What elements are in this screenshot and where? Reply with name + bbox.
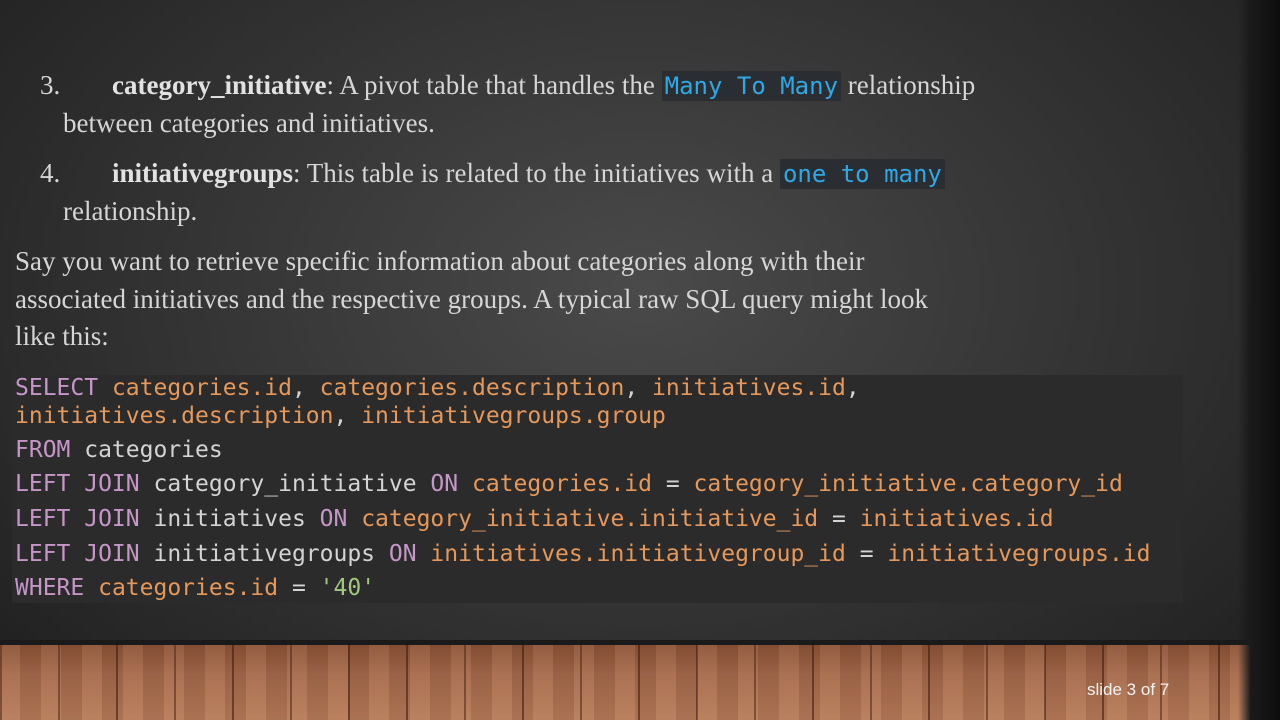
inline-code: one to many [779,159,945,189]
sql-column: category_initiative.category_id [693,471,1123,497]
paragraph-line: associated initiatives and the respectiv… [15,283,929,314]
code-line-3: FROM categories [15,437,223,463]
sql-keyword: ON [319,506,348,532]
list-continuation: between categories and initiatives. [63,108,435,138]
inline-code: Many To Many [661,71,842,101]
sql-keyword: LEFT JOIN [15,506,140,532]
sql-operator: = [652,471,694,497]
list-term: category_initiative [112,70,327,100]
code-line-4: LEFT JOIN category_initiative ON categor… [15,471,1123,497]
list-item-4: 4. initiativegroups: This table is relate… [40,155,1220,230]
sql-table: category_initiative [139,471,431,497]
sql-column: initiatives.description [15,403,334,429]
sql-punct: , [333,403,362,429]
sql-column: initiativegroups.group [361,403,666,429]
list-term: initiativegroups [112,158,294,188]
sql-column: initiatives.initiativegroup_id [416,541,846,567]
paragraph-line: like this: [15,321,109,351]
paragraph-line: Say you want to retrieve specific inform… [15,246,865,276]
sql-punct: , [624,375,653,401]
sql-column: categories.id [111,375,292,401]
sql-code-block: SELECT categories.id, categories.descrip… [12,375,1183,603]
sql-column: initiativegroups.id [887,541,1151,567]
sql-table: initiatives [139,506,320,532]
sql-keyword: SELECT [15,375,99,401]
code-line-6: LEFT JOIN initiativegroups ON initiative… [15,541,1151,567]
list-number: 4. [40,158,61,188]
sql-column: categories.id [458,471,652,497]
list-continuation: relationship. [63,196,198,226]
sql-keyword: ON [388,541,417,567]
sql-table: initiativegroups [139,541,389,567]
list-item-line: 3. category_initiative: A pivot table tha… [40,67,1220,105]
sql-column: category_initiative.initiative_id [347,506,819,532]
list-text: relationship [841,70,976,100]
sql-keyword: FROM [15,437,71,463]
slide-number: slide 3 of 7 [1087,680,1170,699]
sql-column: categories.description [319,375,625,401]
sql-keyword: LEFT JOIN [15,541,140,567]
code-line-2: initiatives.description, initiativegroup… [15,403,666,429]
sql-column: initiatives.id [859,506,1054,532]
sql-keyword: WHERE [15,575,85,601]
list-number: 3. [40,70,61,100]
list-text: : A pivot table that handles the [326,70,662,100]
sql-column: initiatives.id [652,375,846,401]
list-item-line: 4. initiativegroups: This table is relate… [40,155,1220,193]
sql-operator: = [278,575,320,601]
sql-punct: , [845,375,860,401]
sql-column: categories.id [84,575,279,601]
list-item-3: 3. category_initiative: A pivot table tha… [40,67,1220,142]
sql-table: categories [70,437,223,463]
intro-paragraph: Say you want to retrieve specific inform… [15,243,1215,356]
sql-keyword: LEFT JOIN [15,471,140,497]
code-line-7: WHERE categories.id = '40' [15,575,375,601]
code-line-5: LEFT JOIN initiatives ON category_initia… [15,506,1054,532]
frame-edge [1238,0,1280,720]
code-line-1: SELECT categories.id, categories.descrip… [15,375,860,401]
sql-operator: = [845,541,888,567]
sql-keyword: ON [430,471,459,497]
list-text: : This table is related to the initiativ… [293,158,780,188]
sql-punct: , [291,375,320,401]
sql-string: '40' [319,575,376,601]
sql-operator: = [818,506,860,532]
slide: 3. category_initiative: A pivot table tha… [0,0,1280,645]
